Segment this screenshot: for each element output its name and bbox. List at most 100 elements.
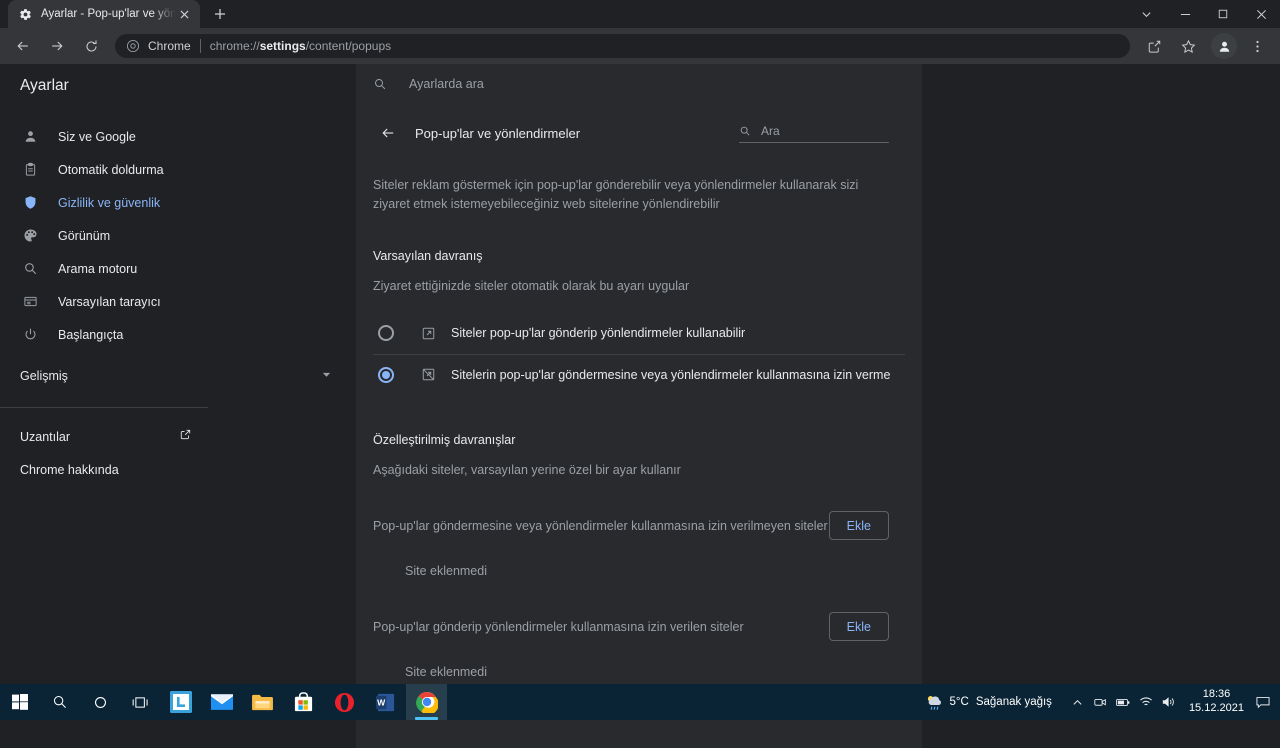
sidebar-item-label: Otomatik doldurma — [58, 162, 164, 177]
maximize-icon[interactable] — [1204, 0, 1242, 28]
windows-taskbar: W 5°C Sağanak yağış 18:36 15.12.2021 — [0, 684, 1280, 720]
omnibox-url: chrome://settings/content/popups — [210, 39, 391, 53]
forward-icon[interactable] — [43, 32, 71, 60]
browser-window-icon — [20, 292, 40, 312]
task-view-icon[interactable] — [120, 684, 160, 720]
blocked-sites-empty: Site eklenmedi — [405, 563, 487, 578]
sidebar-bottom-nav: Uzantılar Chrome hakkında — [0, 408, 356, 486]
default-behavior-title: Varsayılan davranış — [373, 248, 483, 263]
omnibox[interactable]: Chrome chrome://settings/content/popups — [115, 34, 1130, 58]
search-input-placeholder: Ayarlarda ara — [409, 77, 484, 91]
camera-icon[interactable] — [1089, 684, 1112, 720]
chevron-down-icon — [321, 367, 332, 385]
open-in-new-off-icon — [420, 366, 437, 383]
avatar-icon[interactable] — [1211, 33, 1237, 59]
tab-search-icon[interactable] — [1126, 0, 1166, 28]
notification-icon[interactable] — [1248, 684, 1278, 720]
sidebar-item-chrome-hakkinda[interactable]: Chrome hakkında — [0, 453, 340, 486]
minimize-icon[interactable] — [1166, 0, 1204, 28]
clock-time: 18:36 — [1202, 688, 1231, 701]
mail-icon[interactable] — [201, 684, 242, 720]
lightshot-icon[interactable] — [160, 684, 201, 720]
wifi-icon[interactable] — [1135, 684, 1158, 720]
star-icon[interactable] — [1174, 32, 1202, 60]
blocked-sites-row: Pop-up'lar göndermesine veya yönlendirme… — [373, 511, 905, 541]
tab-close-button[interactable] — [176, 6, 192, 22]
default-behavior-subtitle: Ziyaret ettiğinizde siteler otomatik ola… — [373, 278, 690, 293]
radio-option-allow-popups[interactable]: Siteler pop-up'lar gönderip yönlendirmel… — [373, 313, 905, 354]
sidebar-header: Ayarlar — [0, 64, 356, 108]
custom-behaviors-title: Özelleştirilmiş davranışlar — [373, 432, 516, 447]
add-allowed-site-button[interactable]: Ekle — [828, 612, 889, 642]
url-bold: settings — [259, 39, 306, 53]
sidebar-item-label: Uzantılar — [20, 429, 71, 444]
opera-icon[interactable] — [324, 684, 365, 720]
sidebar-nav: Siz ve Google Otomatik doldurma Gizlilik… — [0, 108, 356, 486]
allowed-sites-row: Pop-up'lar gönderip yönlendirmeler kulla… — [373, 612, 905, 642]
radio-option-label: Siteler pop-up'lar gönderip yönlendirmel… — [451, 326, 746, 341]
sidebar-item-label: Gizlilik ve güvenlik — [58, 195, 161, 210]
battery-icon[interactable] — [1112, 684, 1135, 720]
settings-sidebar: Ayarlar Siz ve Google Otomatik doldurma — [0, 64, 356, 684]
three-dot-menu-icon[interactable] — [1243, 32, 1271, 60]
sidebar-item-label: Arama motoru — [58, 261, 138, 276]
open-in-new-icon — [420, 325, 437, 342]
power-icon — [20, 325, 40, 345]
sidebar-advanced-label: Gelişmiş — [20, 369, 68, 383]
url-prefix: chrome:// — [209, 39, 260, 53]
arrow-left-icon[interactable] — [373, 118, 403, 148]
sidebar-item-uzantilar[interactable]: Uzantılar — [0, 420, 340, 453]
search-icon[interactable] — [40, 684, 80, 720]
close-icon[interactable] — [1242, 0, 1280, 28]
omnibox-scheme-label: Chrome — [148, 39, 191, 53]
sidebar-item-gorunum[interactable]: Görünüm — [0, 219, 340, 252]
sidebar-item-siz-ve-google[interactable]: Siz ve Google — [0, 120, 340, 153]
tab-strip: Ayarlar - Pop-up'lar ve yönlendirmeler — [0, 0, 1280, 28]
sidebar-item-gizlilik-ve-guvenlik[interactable]: Gizlilik ve güvenlik — [0, 186, 340, 219]
volume-icon[interactable] — [1158, 684, 1181, 720]
chrome-icon — [125, 39, 140, 54]
search-icon — [20, 259, 40, 279]
windows-start-icon[interactable] — [0, 684, 40, 720]
chrome-icon[interactable] — [406, 684, 447, 720]
word-icon[interactable]: W — [365, 684, 406, 720]
section-description: Siteler reklam göstermek için pop-up'lar… — [373, 178, 859, 212]
cortana-icon[interactable] — [80, 684, 120, 720]
taskbar-left: W — [0, 684, 447, 720]
back-icon[interactable] — [9, 32, 37, 60]
palette-icon — [20, 226, 40, 246]
svg-text:W: W — [377, 697, 386, 707]
radio-option-block-popups[interactable]: Sitelerin pop-up'lar göndermesine veya y… — [373, 353, 905, 395]
radio-button[interactable] — [378, 325, 394, 342]
allowed-sites-block: Pop-up'lar gönderip yönlendirmeler kulla… — [373, 612, 905, 679]
weather-widget[interactable]: 5°C Sağanak yağış — [925, 694, 1052, 711]
gear-icon — [17, 6, 33, 22]
section-search-input[interactable]: Ara — [739, 124, 889, 143]
shield-icon — [20, 193, 40, 213]
browser-toolbar: Chrome chrome://settings/content/popups — [0, 28, 1280, 64]
sidebar-item-label: Varsayılan tarayıcı — [58, 294, 161, 309]
new-tab-button[interactable] — [206, 0, 234, 28]
allowed-sites-empty: Site eklenmedi — [405, 664, 487, 679]
taskbar-right: 5°C Sağanak yağış 18:36 15.12.2021 — [925, 684, 1280, 720]
radio-button[interactable] — [378, 366, 394, 383]
sidebar-item-otomatik-doldurma[interactable]: Otomatik doldurma — [0, 153, 340, 186]
clock-date: 15.12.2021 — [1188, 702, 1244, 714]
settings-search-bar[interactable]: Ayarlarda ara — [356, 64, 922, 104]
sidebar-item-gelismis[interactable]: Gelişmiş — [0, 359, 340, 393]
sidebar-item-varsayilan-tarayici[interactable]: Varsayılan tarayıcı — [0, 285, 340, 318]
sidebar-item-arama-motoru[interactable]: Arama motoru — [0, 252, 340, 285]
microsoft-store-icon[interactable] — [283, 684, 324, 720]
taskbar-clock[interactable]: 18:36 15.12.2021 — [1189, 688, 1248, 716]
weather-condition: Sağanak yağış — [975, 696, 1052, 708]
chevron-up-icon[interactable] — [1066, 684, 1089, 720]
rain-cloud-icon — [925, 694, 944, 711]
share-icon[interactable] — [1140, 32, 1168, 60]
tab-title: Ayarlar - Pop-up'lar ve yönlendirmeler — [41, 8, 176, 20]
reload-icon[interactable] — [77, 32, 105, 60]
browser-tab-settings[interactable]: Ayarlar - Pop-up'lar ve yönlendirmeler — [8, 0, 200, 28]
sidebar-item-baslangicta[interactable]: Başlangıçta — [0, 318, 340, 351]
weather-temperature: 5°C — [949, 696, 969, 708]
add-blocked-site-button[interactable]: Ekle — [828, 511, 889, 541]
file-explorer-icon[interactable] — [242, 684, 283, 720]
